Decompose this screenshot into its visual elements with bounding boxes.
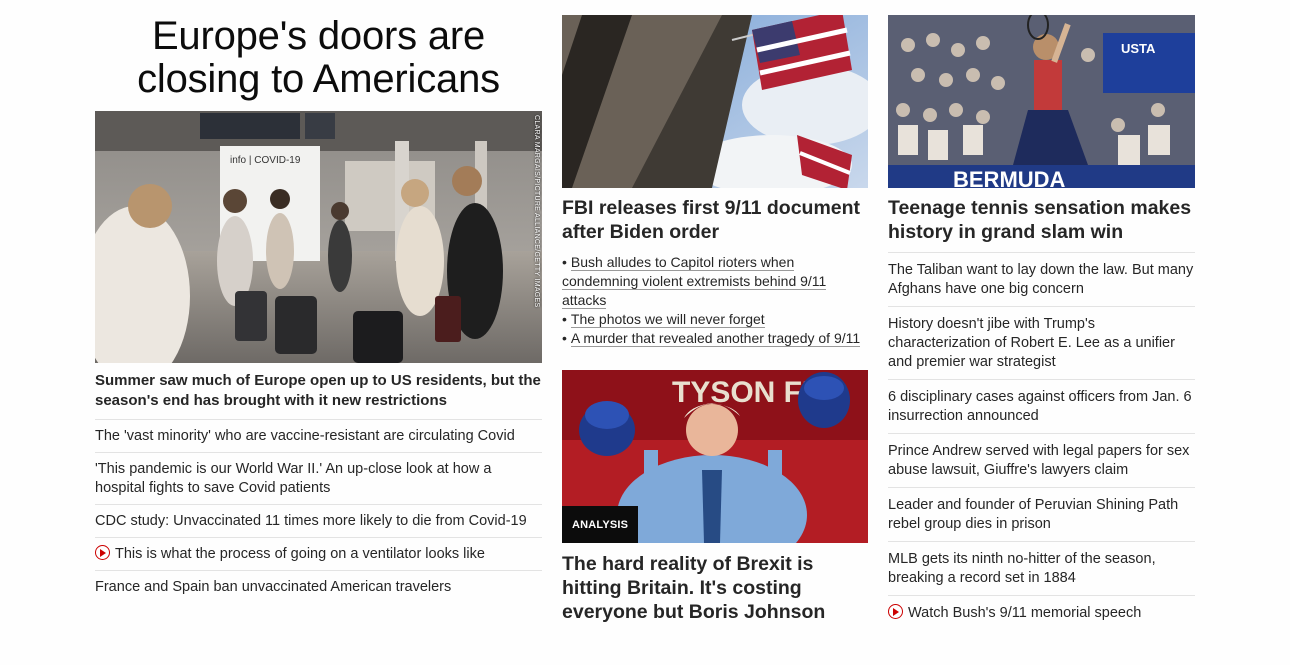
usta-banner-text: USTA xyxy=(1121,41,1156,56)
list-item-label: Leader and founder of Peruvian Shining P… xyxy=(888,497,1179,532)
bullet-dot: • xyxy=(562,330,567,346)
bullet-item: • A murder that revealed another tragedy … xyxy=(562,329,868,348)
list-item-label: The 'vast minority' who are vaccine-resi… xyxy=(95,428,515,444)
lead-story-title[interactable]: Europe's doors are closing to Americans xyxy=(95,15,542,101)
bullet-link[interactable]: A murder that revealed another tragedy o… xyxy=(570,330,861,347)
list-item[interactable]: History doesn't jibe with Trump's charac… xyxy=(888,307,1195,380)
fbi-story-headline[interactable]: FBI releases first 9/11 document after B… xyxy=(562,196,868,244)
play-video-icon xyxy=(888,604,903,619)
list-item-label: 6 disciplinary cases against officers fr… xyxy=(888,389,1192,424)
list-item-label: 'This pandemic is our World War II.' An … xyxy=(95,461,492,496)
list-item-label: Prince Andrew served with legal papers f… xyxy=(888,443,1190,478)
list-item-label: CDC study: Unvaccinated 11 times more li… xyxy=(95,513,527,529)
tennis-photo[interactable]: USTA BERMUDA xyxy=(888,15,1195,188)
list-item-label: History doesn't jibe with Trump's charac… xyxy=(888,316,1175,370)
lead-story-column: Europe's doors are closing to Americans … xyxy=(95,15,542,603)
bullet-dot: • xyxy=(562,311,567,327)
bullet-dot: • xyxy=(562,254,567,270)
play-video-icon xyxy=(95,545,110,560)
fbi-building-image xyxy=(562,15,868,188)
list-item[interactable]: 6 disciplinary cases against officers fr… xyxy=(888,380,1195,434)
fbi-building-photo[interactable] xyxy=(562,15,868,188)
airport-photo-image: info | COVID-19 xyxy=(95,111,542,363)
fbi-related-links: • Bush alludes to Capitol rioters when co… xyxy=(562,253,868,348)
lead-story-headline[interactable]: Summer saw much of Europe open up to US … xyxy=(95,371,542,420)
boris-johnson-photo[interactable]: TYSON FU ANALYSIS xyxy=(562,370,868,543)
list-item[interactable]: This is what the process of going on a v… xyxy=(95,538,542,571)
right-related-links: The Taliban want to lay down the law. Bu… xyxy=(888,253,1195,630)
lead-related-links: The 'vast minority' who are vaccine-resi… xyxy=(95,420,542,603)
list-item[interactable]: 'This pandemic is our World War II.' An … xyxy=(95,453,542,505)
list-item-label: This is what the process of going on a v… xyxy=(115,546,485,562)
sponsor-board-text: BERMUDA xyxy=(953,167,1066,188)
list-item-label: The Taliban want to lay down the law. Bu… xyxy=(888,262,1194,297)
list-item[interactable]: Watch Bush's 9/11 memorial speech xyxy=(888,596,1195,630)
right-column: USTA BERMUDA Teenage tennis sensation ma… xyxy=(888,15,1195,630)
airport-photo[interactable]: info | COVID-19 CLARA MARGAIS/PICTURE AL… xyxy=(95,111,542,363)
bullet-item: • The photos we will never forget xyxy=(562,310,868,329)
analysis-badge: ANALYSIS xyxy=(562,506,639,543)
photo-credit: CLARA MARGAIS/PICTURE ALLIANCE/GETTY IMA… xyxy=(533,115,540,308)
bullet-link[interactable]: Bush alludes to Capitol rioters when con… xyxy=(562,254,827,309)
tennis-story-headline[interactable]: Teenage tennis sensation makes history i… xyxy=(888,196,1195,253)
list-item[interactable]: Prince Andrew served with legal papers f… xyxy=(888,434,1195,488)
list-item[interactable]: MLB gets its ninth no-hitter of the seas… xyxy=(888,542,1195,596)
brexit-story-headline[interactable]: The hard reality of Brexit is hitting Br… xyxy=(562,552,868,624)
list-item[interactable]: CDC study: Unvaccinated 11 times more li… xyxy=(95,505,542,538)
list-item-label: Watch Bush's 9/11 memorial speech xyxy=(908,605,1142,621)
bullet-item: • Bush alludes to Capitol rioters when co… xyxy=(562,253,868,310)
bullet-link[interactable]: The photos we will never forget xyxy=(570,311,765,328)
list-item-label: MLB gets its ninth no-hitter of the seas… xyxy=(888,551,1156,586)
list-item[interactable]: The Taliban want to lay down the law. Bu… xyxy=(888,253,1195,307)
list-item[interactable]: France and Spain ban unvaccinated Americ… xyxy=(95,571,542,603)
middle-column: FBI releases first 9/11 document after B… xyxy=(562,15,868,624)
tennis-image: USTA BERMUDA xyxy=(888,15,1195,188)
list-item[interactable]: The 'vast minority' who are vaccine-resi… xyxy=(95,420,542,453)
covid-info-sign: info | COVID-19 xyxy=(230,155,301,166)
list-item-label: France and Spain ban unvaccinated Americ… xyxy=(95,579,452,595)
list-item[interactable]: Leader and founder of Peruvian Shining P… xyxy=(888,488,1195,542)
